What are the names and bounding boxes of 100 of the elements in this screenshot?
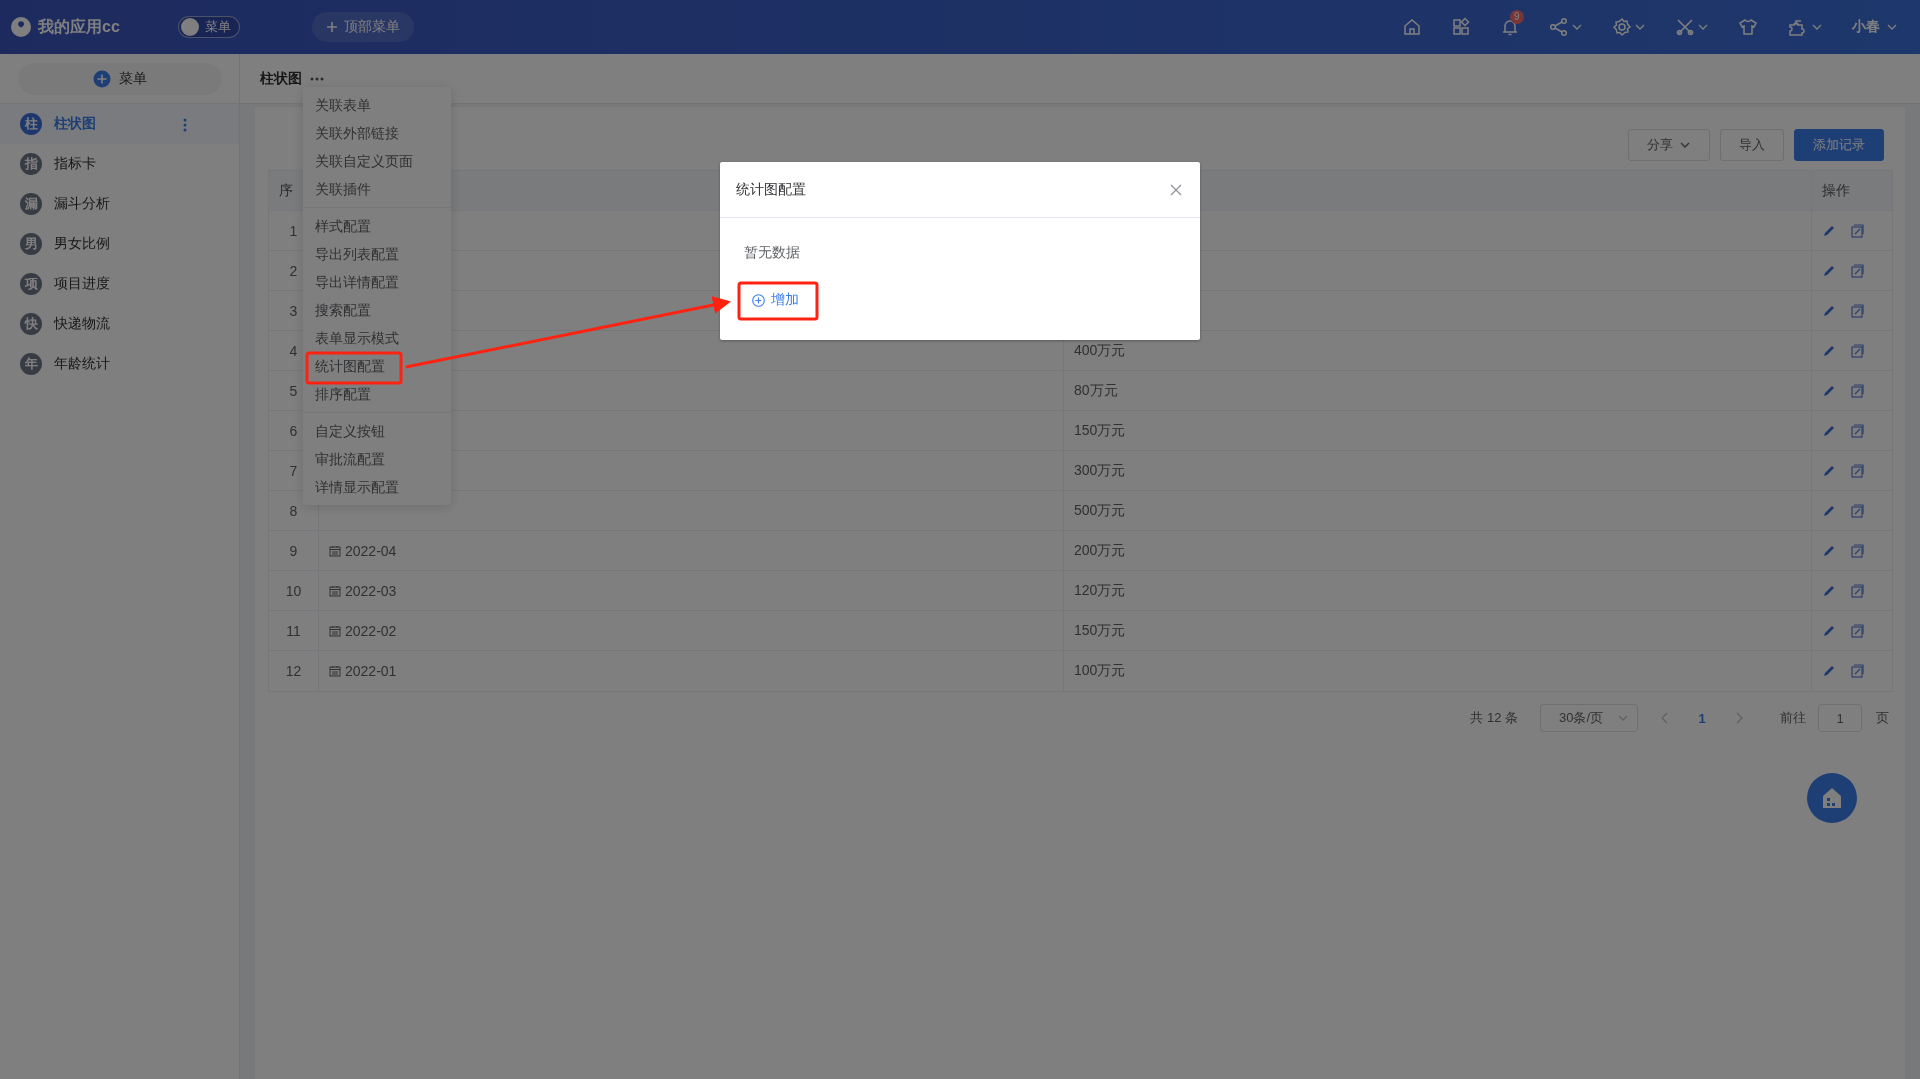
table-cell: 150万元 bbox=[1074, 621, 1126, 640]
tools-menu[interactable] bbox=[1675, 17, 1709, 37]
table-cell: 5 bbox=[289, 382, 298, 399]
plus-circle-icon bbox=[92, 69, 111, 88]
add-record-button[interactable]: 添加记录 bbox=[1794, 129, 1884, 161]
initial-avatar: 漏 bbox=[20, 193, 42, 215]
pencil-icon[interactable] bbox=[1822, 463, 1836, 478]
dialog-title: 统计图配置 bbox=[736, 180, 806, 199]
table-cell: 8 bbox=[289, 502, 298, 519]
page-title: 柱状图 bbox=[260, 69, 302, 88]
menu-item[interactable]: 统计图配置 bbox=[303, 352, 451, 380]
edit-box-icon[interactable] bbox=[1850, 583, 1864, 598]
settings-menu[interactable] bbox=[1612, 17, 1646, 37]
menu-item[interactable]: 样式配置 bbox=[303, 212, 451, 240]
calendar-icon bbox=[329, 584, 341, 597]
pencil-icon[interactable] bbox=[1822, 223, 1836, 238]
menu-item[interactable]: 自定义按钮 bbox=[303, 417, 451, 445]
edit-box-icon[interactable] bbox=[1850, 463, 1864, 478]
sidebar-item[interactable]: 指 指标卡 bbox=[0, 144, 239, 184]
more-icon[interactable] bbox=[183, 118, 187, 132]
pencil-icon[interactable] bbox=[1822, 343, 1836, 358]
pencil-icon[interactable] bbox=[1822, 583, 1836, 598]
edit-box-icon[interactable] bbox=[1850, 543, 1864, 558]
shirt-icon[interactable] bbox=[1738, 17, 1758, 37]
table-cell: 300万元 bbox=[1074, 461, 1126, 480]
menu-item[interactable]: 排序配置 bbox=[303, 380, 451, 408]
empty-text: 暂无数据 bbox=[743, 243, 801, 262]
menu-item[interactable]: 表单显示模式 bbox=[303, 324, 451, 352]
edit-box-icon[interactable] bbox=[1850, 623, 1864, 638]
table-cell: 1 bbox=[289, 222, 298, 239]
edit-box-icon[interactable] bbox=[1850, 664, 1864, 678]
add-menu-button[interactable]: 菜单 bbox=[17, 62, 222, 95]
table-cell: 400万元 bbox=[1074, 341, 1126, 360]
plugin-menu[interactable] bbox=[1787, 17, 1823, 37]
share-icon bbox=[1549, 17, 1569, 37]
table-cell: 6 bbox=[289, 422, 298, 439]
menu-item[interactable]: 审批流配置 bbox=[303, 445, 451, 473]
sidebar-item[interactable]: 快 快递物流 bbox=[0, 304, 239, 344]
edit-box-icon[interactable] bbox=[1850, 423, 1864, 438]
menu-item[interactable]: 导出列表配置 bbox=[303, 240, 451, 268]
initial-avatar: 项 bbox=[20, 273, 42, 295]
initial-avatar: 指 bbox=[20, 153, 42, 175]
calendar-icon bbox=[329, 624, 341, 637]
settings-icon bbox=[1612, 17, 1632, 37]
menu-toggle[interactable]: 菜单 bbox=[178, 16, 240, 38]
menu-item[interactable]: 详情显示配置 bbox=[303, 473, 451, 501]
tools-icon bbox=[1675, 17, 1695, 37]
menu-item[interactable]: 导出详情配置 bbox=[303, 268, 451, 296]
import-button[interactable]: 导入 bbox=[1720, 129, 1784, 161]
table-cell: 2 bbox=[289, 262, 298, 279]
add-button[interactable]: 增加 bbox=[752, 291, 799, 309]
share-button[interactable]: 分享 bbox=[1628, 129, 1710, 161]
edit-box-icon[interactable] bbox=[1850, 303, 1864, 318]
more-icon[interactable] bbox=[310, 76, 324, 81]
pencil-icon[interactable] bbox=[1822, 423, 1836, 438]
page-number[interactable]: 1 bbox=[1692, 710, 1712, 726]
menu-item[interactable]: 关联表单 bbox=[303, 91, 451, 119]
table-cell: 2022-04 bbox=[345, 542, 397, 559]
page-suffix: 页 bbox=[1876, 709, 1889, 727]
sidebar-item[interactable]: 柱 柱状图 bbox=[0, 104, 239, 144]
menu-item[interactable]: 关联插件 bbox=[303, 175, 451, 203]
pencil-icon[interactable] bbox=[1822, 664, 1836, 678]
home-icon[interactable] bbox=[1402, 17, 1422, 37]
menu-item[interactable]: 搜索配置 bbox=[303, 296, 451, 324]
house-icon bbox=[1820, 786, 1844, 810]
user-menu[interactable]: 小春 bbox=[1852, 18, 1898, 36]
menu-item[interactable]: 关联外部链接 bbox=[303, 119, 451, 147]
sidebar-item[interactable]: 年 年龄统计 bbox=[0, 344, 239, 384]
goto-label: 前往 bbox=[1780, 709, 1806, 727]
previous-page-icon[interactable] bbox=[1660, 712, 1670, 724]
sidebar-item[interactable]: 男 男女比例 bbox=[0, 224, 239, 264]
next-page-icon[interactable] bbox=[1734, 712, 1744, 724]
pencil-icon[interactable] bbox=[1822, 263, 1836, 278]
table-cell: 100万元 bbox=[1074, 662, 1126, 680]
calendar-icon bbox=[329, 544, 341, 557]
page-size-select[interactable]: 30条/页 bbox=[1540, 704, 1638, 732]
calendar-icon bbox=[329, 665, 341, 677]
edit-box-icon[interactable] bbox=[1850, 343, 1864, 358]
edit-box-icon[interactable] bbox=[1850, 223, 1864, 238]
close-icon[interactable] bbox=[1170, 183, 1182, 196]
pencil-icon[interactable] bbox=[1822, 503, 1836, 518]
table-cell: 2022-02 bbox=[345, 622, 397, 639]
share-menu[interactable] bbox=[1549, 17, 1583, 37]
initial-avatar: 快 bbox=[20, 313, 42, 335]
pencil-icon[interactable] bbox=[1822, 383, 1836, 398]
home-float-button[interactable] bbox=[1807, 773, 1857, 823]
sidebar-item[interactable]: 漏 漏斗分析 bbox=[0, 184, 239, 224]
table-cell: 2022-01 bbox=[345, 663, 397, 679]
edit-box-icon[interactable] bbox=[1850, 503, 1864, 518]
menu-item[interactable]: 关联自定义页面 bbox=[303, 147, 451, 175]
edit-box-icon[interactable] bbox=[1850, 383, 1864, 398]
apps-icon[interactable] bbox=[1451, 17, 1471, 37]
sidebar-item[interactable]: 项 项目进度 bbox=[0, 264, 239, 304]
table-cell: 9 bbox=[289, 542, 298, 559]
pencil-icon[interactable] bbox=[1822, 303, 1836, 318]
pencil-icon[interactable] bbox=[1822, 623, 1836, 638]
page-input[interactable]: 1 bbox=[1818, 704, 1862, 732]
notification-badge: 9 bbox=[1510, 10, 1524, 24]
edit-box-icon[interactable] bbox=[1850, 263, 1864, 278]
pencil-icon[interactable] bbox=[1822, 543, 1836, 558]
